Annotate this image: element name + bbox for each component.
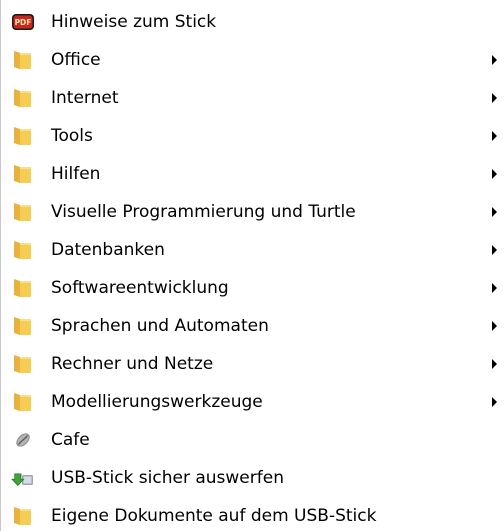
- coffee-bean-icon: [11, 428, 35, 452]
- folder-icon: [11, 162, 35, 186]
- menu-item-office[interactable]: Office: [0, 41, 504, 79]
- menu-item-eigene-dokumente[interactable]: Eigene Dokumente auf dem USB-Stick: [0, 497, 504, 531]
- menu-item-label: Eigene Dokumente auf dem USB-Stick: [51, 506, 377, 526]
- menu-item-label: Sprachen und Automaten: [51, 316, 269, 336]
- menu-item-label: Internet: [51, 88, 119, 108]
- folder-icon: [11, 124, 35, 148]
- menu-item-cafe[interactable]: Cafe: [0, 421, 504, 459]
- menu-item-rechner-und-netze[interactable]: Rechner und Netze: [0, 345, 504, 383]
- menu-item-label: Modellierungswerkzeuge: [51, 392, 263, 412]
- folder-icon: [11, 86, 35, 110]
- menu-item-sprachen-und-automaten[interactable]: Sprachen und Automaten: [0, 307, 504, 345]
- menu-item-datenbanken[interactable]: Datenbanken: [0, 231, 504, 269]
- menu-item-label: Hilfen: [51, 164, 101, 184]
- submenu-arrow-icon: [492, 283, 497, 293]
- submenu-arrow-icon: [492, 55, 497, 65]
- submenu-arrow-icon: [492, 397, 497, 407]
- menu-item-visuelle-programmierung[interactable]: Visuelle Programmierung und Turtle: [0, 193, 504, 231]
- menu-item-label: Datenbanken: [51, 240, 165, 260]
- menu-item-tools[interactable]: Tools: [0, 117, 504, 155]
- submenu-arrow-icon: [492, 93, 497, 103]
- menu-item-label: USB-Stick sicher auswerfen: [51, 468, 284, 488]
- submenu-arrow-icon: [492, 207, 497, 217]
- folder-icon: [11, 200, 35, 224]
- folder-icon: [11, 314, 35, 338]
- menu-item-label: Office: [51, 50, 101, 70]
- submenu-arrow-icon: [492, 245, 497, 255]
- menu-item-usb-sicher-auswerfen[interactable]: USB-Stick sicher auswerfen: [0, 459, 504, 497]
- menu-item-label: Visuelle Programmierung und Turtle: [51, 202, 356, 222]
- folder-icon: [11, 238, 35, 262]
- menu-item-label: Hinweise zum Stick: [51, 12, 217, 32]
- context-menu: PDF Hinweise zum Stick Office Internet T…: [0, 0, 504, 531]
- submenu-arrow-icon: [492, 321, 497, 331]
- eject-usb-icon: [11, 466, 35, 490]
- folder-icon: [11, 504, 35, 528]
- pdf-icon: PDF: [11, 10, 35, 34]
- submenu-arrow-icon: [492, 169, 497, 179]
- menu-item-softwareentwicklung[interactable]: Softwareentwicklung: [0, 269, 504, 307]
- pdf-badge-text: PDF: [15, 18, 32, 27]
- folder-icon: [11, 48, 35, 72]
- menu-item-label: Softwareentwicklung: [51, 278, 229, 298]
- menu-item-hilfen[interactable]: Hilfen: [0, 155, 504, 193]
- folder-icon: [11, 352, 35, 376]
- folder-icon: [11, 390, 35, 414]
- submenu-arrow-icon: [492, 359, 497, 369]
- menu-item-label: Rechner und Netze: [51, 354, 214, 374]
- menu-item-hinweise-zum-stick[interactable]: PDF Hinweise zum Stick: [0, 3, 504, 41]
- menu-item-label: Tools: [51, 126, 93, 146]
- folder-icon: [11, 276, 35, 300]
- submenu-arrow-icon: [492, 131, 497, 141]
- menu-item-modellierungswerkzeuge[interactable]: Modellierungswerkzeuge: [0, 383, 504, 421]
- menu-item-label: Cafe: [51, 430, 90, 450]
- menu-item-internet[interactable]: Internet: [0, 79, 504, 117]
